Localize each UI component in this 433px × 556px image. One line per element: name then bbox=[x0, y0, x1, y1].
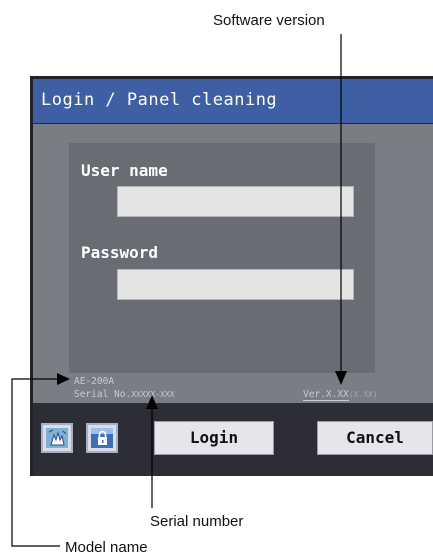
model-name-leader bbox=[11, 378, 60, 547]
serial-number-arrow bbox=[146, 395, 158, 409]
leader-lines bbox=[11, 34, 347, 547]
model-name-arrow bbox=[57, 373, 70, 385]
software-version-arrow bbox=[335, 371, 347, 385]
